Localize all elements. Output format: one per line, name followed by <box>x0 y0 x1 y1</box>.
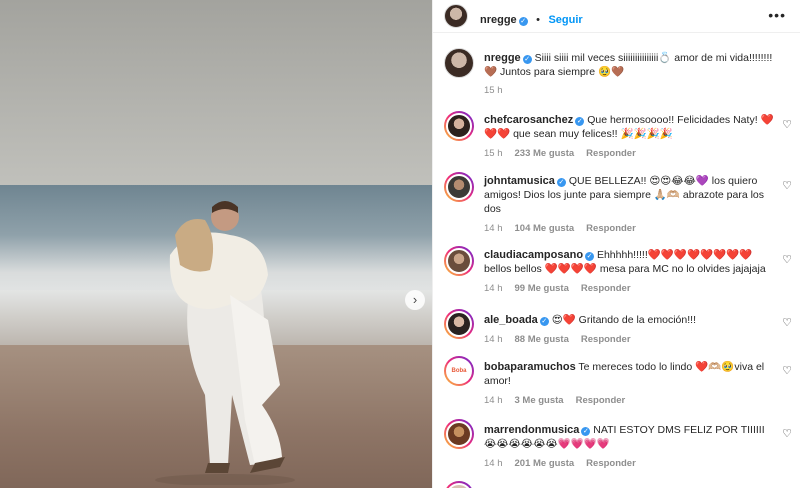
carousel-next-button[interactable]: › <box>405 290 425 310</box>
commenter-avatar[interactable]: Boba <box>444 356 474 386</box>
heart-outline-icon[interactable]: ♡ <box>782 118 792 131</box>
commenter-avatar[interactable] <box>444 111 474 141</box>
ring-emoji: 💍 <box>658 52 672 64</box>
verified-badge-icon: ✓ <box>556 178 566 187</box>
verified-badge-icon: ✓ <box>539 317 549 326</box>
comment-time: 15 h <box>484 148 503 159</box>
comment-likes[interactable]: 99 Me gusta <box>515 283 569 294</box>
heart-outline-icon[interactable]: ♡ <box>782 427 792 440</box>
comment-username[interactable]: claudiacamposano <box>484 249 583 261</box>
verified-badge-icon: ✓ <box>581 427 591 436</box>
post-photo[interactable]: › <box>0 0 432 488</box>
heart-outline-icon[interactable]: ♡ <box>782 364 792 377</box>
reply-button[interactable]: Responder <box>586 148 636 159</box>
comment-time: 14 h <box>484 283 503 294</box>
brown-heart-emoji: 🤎 <box>611 66 625 78</box>
comment-time: 14 h <box>484 334 503 345</box>
comment-username[interactable]: chefcarosanchez <box>484 114 573 126</box>
comment-likes[interactable]: 233 Me gusta <box>515 148 575 159</box>
commenter-avatar[interactable] <box>444 481 474 488</box>
heart-outline-icon[interactable]: ♡ <box>782 316 792 329</box>
reply-button[interactable]: Responder <box>581 283 631 294</box>
caption-text-c: Juntos para siempre <box>497 66 599 78</box>
caption-avatar[interactable] <box>444 48 474 78</box>
comment-username[interactable]: marrendonmusica <box>484 424 579 436</box>
reply-button[interactable]: Responder <box>576 395 626 406</box>
photo-sky <box>0 0 432 185</box>
comment-time: 14 h <box>484 223 503 234</box>
author-avatar[interactable] <box>444 4 468 28</box>
reply-button[interactable]: Responder <box>586 458 636 469</box>
verified-badge-icon: ✓ <box>575 117 585 126</box>
comment-username[interactable]: johntamusica <box>484 175 555 187</box>
heart-outline-icon[interactable]: ♡ <box>782 253 792 266</box>
verified-badge-icon: ✓ <box>518 17 528 26</box>
commenter-avatar[interactable] <box>444 419 474 449</box>
brown-heart-emoji: 🤎 <box>484 66 498 78</box>
separator-dot: • <box>536 14 540 26</box>
verified-badge-icon: ✓ <box>585 252 595 261</box>
follow-button[interactable]: Seguir <box>548 14 582 26</box>
comment-username[interactable]: bobaparamuchos <box>484 361 576 373</box>
reply-button[interactable]: Responder <box>586 223 636 234</box>
chevron-right-icon: › <box>412 292 418 307</box>
comment-likes[interactable]: 88 Me gusta <box>515 334 569 345</box>
comment-likes[interactable]: 104 Me gusta <box>515 223 575 234</box>
reply-button[interactable]: Responder <box>581 334 631 345</box>
comments-panel: nregge ✓ • Seguir ••• nregge ✓ Siiii siiii… <box>433 0 800 488</box>
commenter-avatar[interactable] <box>444 309 474 339</box>
verified-badge-icon: ✓ <box>522 55 532 64</box>
post-header: nregge ✓ • Seguir ••• <box>433 0 800 33</box>
caption-time: 15 h <box>484 85 503 96</box>
heart-outline-icon[interactable]: ♡ <box>782 179 792 192</box>
commenter-avatar[interactable] <box>444 172 474 202</box>
caption-text-b: amor de mi vida!!!!!!!! <box>671 52 773 64</box>
photo-couple <box>155 201 295 485</box>
smile-emoji: 🥹 <box>598 66 612 78</box>
comment-text: 😍❤️ Gritando de la emoción!!! <box>551 314 696 326</box>
author-username[interactable]: nregge <box>480 14 517 26</box>
commenter-avatar[interactable] <box>444 246 474 276</box>
caption-text-a: Siiii siiii mil veces siiiiiiiiiiiiiii <box>534 52 659 64</box>
comment-likes[interactable]: 201 Me gusta <box>515 458 575 469</box>
more-horizontal-icon[interactable]: ••• <box>768 7 786 23</box>
caption-username[interactable]: nregge <box>484 52 521 64</box>
comment-likes[interactable]: 3 Me gusta <box>515 395 564 406</box>
comment-username[interactable]: ale_boada <box>484 314 538 326</box>
comment-time: 14 h <box>484 458 503 469</box>
boba-logo-icon: Boba <box>446 358 472 384</box>
comment-time: 14 h <box>484 395 503 406</box>
